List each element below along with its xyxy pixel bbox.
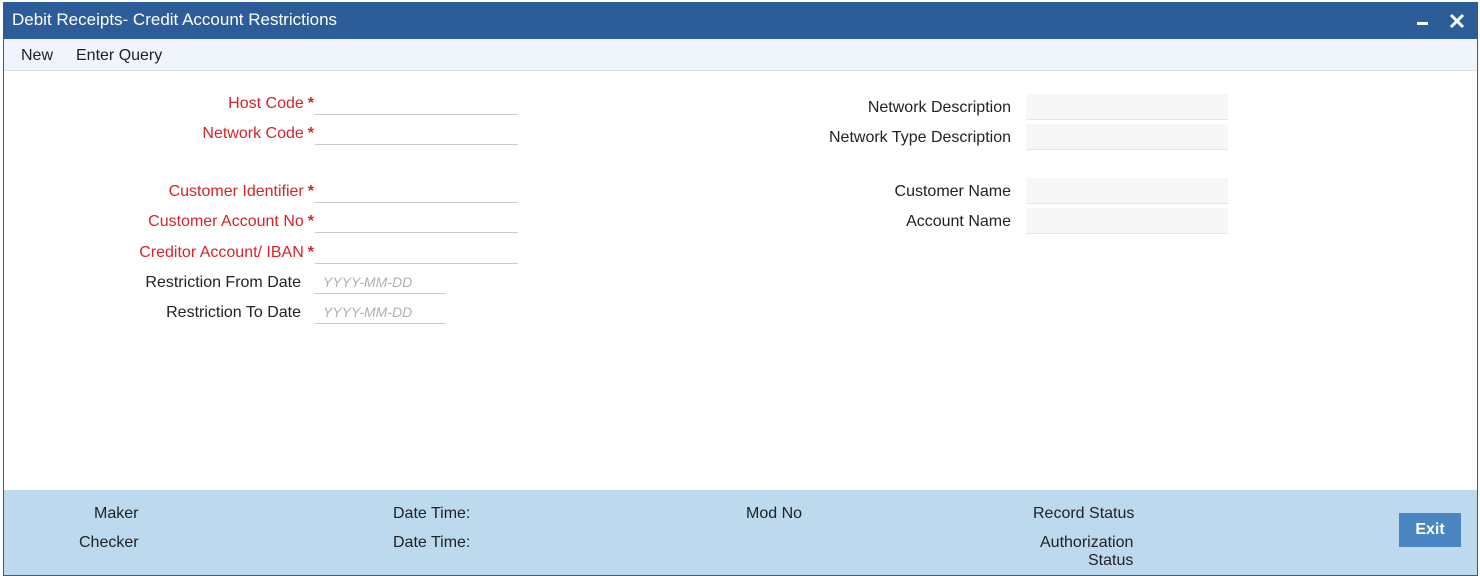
customer-name-field [1026,178,1228,204]
window-title: Debit Receipts- Credit Account Restricti… [12,10,338,29]
authorization-label: Authorization [1040,534,1134,551]
account-name-field [1026,208,1228,234]
record-status-label: Record Status [1033,505,1135,522]
close-icon[interactable] [1444,7,1470,35]
maker-date-time-label: Date Time: [393,505,471,522]
host-code-label: Host Code * [228,95,314,112]
network-code-label: Network Code * [202,125,314,142]
customer-identifier-input[interactable] [315,179,518,203]
restrictions-window: Debit Receipts- Credit Account Restricti… [3,2,1478,576]
creditor-account-iban-input[interactable] [315,240,518,264]
checker-date-time-label: Date Time: [393,534,471,551]
network-type-description-label: Network Type Description [829,129,1011,146]
network-code-input[interactable] [315,121,518,145]
minimize-icon[interactable] [1409,7,1435,35]
customer-account-no-input[interactable] [315,209,518,233]
authorization-status-label: Status [1088,552,1134,569]
restriction-to-date-label: Restriction To Date [166,304,301,321]
host-code-input[interactable] [315,91,518,115]
checker-label: Checker [79,534,139,551]
customer-identifier-label: Customer Identifier * [168,183,314,200]
audit-footer: Maker Checker Date Time: Date Time: Mod … [4,490,1477,575]
account-name-label: Account Name [906,213,1011,230]
customer-name-label: Customer Name [894,183,1011,200]
toolbar: New Enter Query [4,39,1477,71]
restriction-from-date-label: Restriction From Date [145,274,301,291]
maker-label: Maker [94,505,139,522]
mod-no-label: Mod No [746,505,803,522]
creditor-account-iban-label: Creditor Account/ IBAN * [139,244,314,261]
customer-account-no-label: Customer Account No * [148,213,314,230]
network-description-label: Network Description [867,99,1011,116]
network-type-description-field [1026,124,1228,150]
network-description-field [1026,94,1228,120]
exit-button[interactable]: Exit [1399,513,1461,547]
restriction-to-date-input[interactable] [315,300,446,324]
restriction-from-date-input[interactable] [315,270,446,294]
new-button[interactable]: New [21,47,53,65]
title-bar: Debit Receipts- Credit Account Restricti… [4,3,1477,39]
enter-query-button[interactable]: Enter Query [76,47,162,65]
